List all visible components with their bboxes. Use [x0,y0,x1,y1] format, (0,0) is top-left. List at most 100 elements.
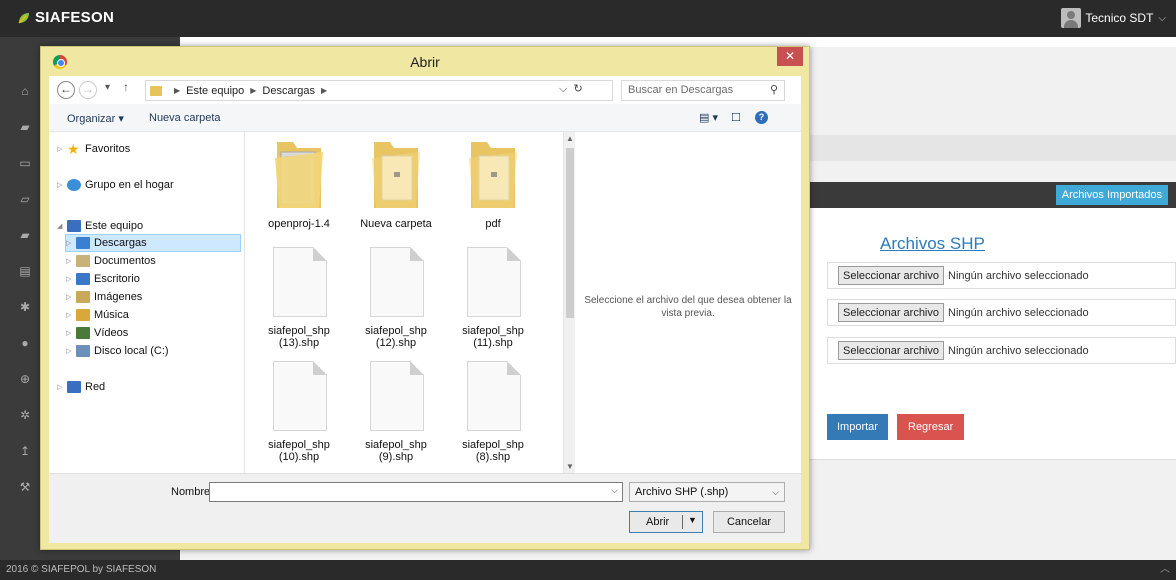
chevron-up-icon[interactable]: ︿ [1160,560,1170,580]
tree-item-network[interactable]: ▷ Red [57,378,105,396]
expand-icon[interactable]: ▷ [57,145,67,153]
expand-icon[interactable]: ▷ [66,347,76,355]
dialog-titlebar[interactable]: Abrir ✕ [41,47,809,76]
cancel-button[interactable]: Cancelar [713,511,785,533]
split-dropdown-icon[interactable]: ▼ [688,515,697,525]
tree-item-downloads[interactable]: ▷ Descargas [65,234,241,252]
file-list-scrollbar[interactable]: ▲ ▼ [563,132,575,473]
circle-icon: ● [21,336,29,350]
file-type-select[interactable]: Archivo SHP (.shp) ⌵ [629,482,785,502]
file-item[interactable]: siafepol_shp (11).shp [445,247,541,357]
file-status: Ningún archivo seleccionado [948,306,1089,319]
tree-item-music[interactable]: ▷ Música [66,306,129,324]
close-icon[interactable]: ✕ [777,47,803,66]
expand-icon[interactable]: ▷ [66,311,76,319]
tree-item-homegroup[interactable]: ▷ Grupo en el hogar [57,176,174,194]
top-navbar: SIAFESON Tecnico SDT ⌵ [0,0,1176,37]
search-icon[interactable]: ⚲ [770,81,778,100]
file-item[interactable]: siafepol_shp (12).shp [348,247,444,357]
scroll-up-icon[interactable]: ▲ [566,134,574,143]
import-button[interactable]: Importar [827,414,888,440]
preview-message: Seleccione el archivo del que desea obte… [584,295,792,319]
file-name: siafepol_shp (10).shp [268,439,330,463]
choose-file-button[interactable]: Seleccionar archivo [838,341,944,360]
tree-label: Favoritos [85,143,131,155]
back-arrow-icon[interactable]: ← [57,81,75,99]
new-folder-button[interactable]: Nueva carpeta [149,112,221,124]
star-icon: ★ [67,141,80,157]
filename-input[interactable]: ⌵ [209,482,623,502]
file-name: siafepol_shp (13).shp [268,325,330,349]
scrollbar-thumb[interactable] [566,148,574,318]
brand-logo[interactable]: SIAFESON [16,9,114,26]
dialog-footer: Nombre: ⌵ Archivo SHP (.shp) ⌵ Abrir ▼ C… [49,473,801,543]
tree-item-local-disk[interactable]: ▷ Disco local (C:) [66,342,169,360]
tree-item-desktop[interactable]: ▷ Escritorio [66,270,140,288]
user-menu[interactable]: Tecnico SDT ⌵ [1061,8,1166,28]
refresh-icon[interactable]: ⌵ ↻ [559,82,583,96]
view-options-icon[interactable]: ▤ ▾ [699,111,718,124]
tree-item-videos[interactable]: ▷ Vídeos [66,324,128,342]
shp-file-icon [370,247,424,317]
chevron-down-icon[interactable]: ⌵ [611,485,618,496]
back-button[interactable]: Regresar [897,414,965,440]
breadcrumb-separator-icon: ▶ [250,86,257,95]
expand-icon[interactable]: ▷ [66,293,76,301]
tree-label: Red [85,381,106,393]
expand-icon[interactable]: ▷ [66,257,76,265]
scroll-down-icon[interactable]: ▼ [566,462,574,471]
file-item[interactable]: siafepol_shp (10).shp [251,361,347,471]
choose-file-button[interactable]: Seleccionar archivo [838,303,944,322]
music-icon [76,309,90,321]
open-button[interactable]: Abrir ▼ [629,511,703,533]
up-arrow-icon[interactable]: ↑ [123,80,129,94]
folder-item[interactable]: openproj-1.4 [251,132,347,242]
folder-icon [372,142,420,208]
tree-label: Música [94,309,129,321]
tree-label: Vídeos [94,327,129,339]
address-bar[interactable]: ▶ Este equipo ▶ Descargas ▶ [145,80,613,101]
file-input-row: Seleccionar archivo Ningún archivo selec… [827,262,1176,289]
preview-pane-icon[interactable]: ☐ [731,111,741,124]
collapse-icon[interactable]: ◢ [57,222,67,230]
choose-file-button[interactable]: Seleccionar archivo [838,266,944,285]
folder-icon: ▭ [19,156,31,170]
expand-icon[interactable]: ▷ [57,181,67,189]
panel-header: Archivos Importados [810,182,1176,208]
panel-title: Archivos SHP [880,234,985,253]
dialog-toolbar: Organizar ▾ Nueva carpeta ▤ ▾ ☐ ? [49,104,801,132]
tree-label: Escritorio [94,273,140,285]
breadcrumb-item[interactable]: Este equipo [186,85,244,97]
file-item[interactable]: siafepol_shp (9).shp [348,361,444,471]
desktop-icon [76,273,90,285]
filename-label: Nombre: [171,486,214,498]
tree-item-documents[interactable]: ▷ Documentos [66,252,156,270]
folder-item[interactable]: Nueva carpeta [348,132,444,242]
expand-icon[interactable]: ▷ [66,239,76,247]
breadcrumb-item[interactable]: Descargas [262,85,315,97]
search-input[interactable]: Buscar en Descargas ⚲ [621,80,785,101]
tree-item-favoritos[interactable]: ▷ ★ Favoritos [57,140,130,158]
forward-arrow-icon[interactable]: → [79,81,97,99]
file-status: Ningún archivo seleccionado [948,344,1089,357]
expand-icon[interactable]: ▷ [57,383,67,391]
shp-file-icon [467,247,521,317]
file-type-value: Archivo SHP (.shp) [635,486,729,498]
recent-dropdown-icon[interactable]: ▾ [105,82,110,93]
folder-open-icon: ▱ [20,192,30,206]
document-icon: ▤ [19,264,31,278]
tree-item-this-pc[interactable]: ◢ Este equipo [57,217,143,235]
file-input-row: Seleccionar archivo Ningún archivo selec… [827,299,1176,326]
imported-files-button[interactable]: Archivos Importados [1055,185,1168,205]
upload-icon: ↥ [19,444,31,458]
file-item[interactable]: siafepol_shp (13).shp [251,247,347,357]
organize-button[interactable]: Organizar ▾ [67,112,124,125]
folder-item[interactable]: pdf [445,132,541,242]
help-icon[interactable]: ? [755,111,768,124]
tree-item-pictures[interactable]: ▷ Imágenes [66,288,142,306]
documents-icon [76,255,90,267]
expand-icon[interactable]: ▷ [66,329,76,337]
file-item[interactable]: siafepol_shp (8).shp [445,361,541,471]
file-name: Nueva carpeta [360,218,432,230]
expand-icon[interactable]: ▷ [66,275,76,283]
